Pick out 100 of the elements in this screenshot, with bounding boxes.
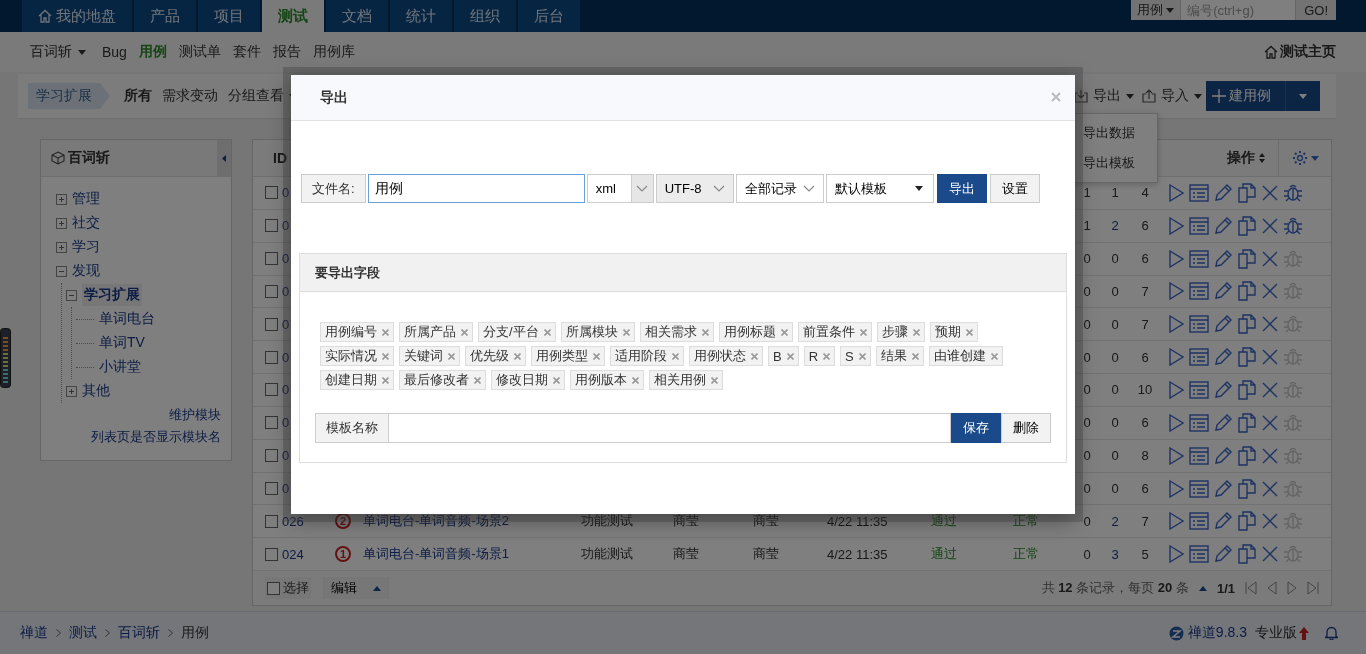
select-all-checkbox[interactable] [267,581,280,595]
cross-icon[interactable] [1261,348,1279,367]
play-icon[interactable] [1167,412,1185,433]
field-tag[interactable]: 用例标题 [718,322,793,342]
module-tree-item[interactable]: 单词TV [99,334,145,352]
nav-link[interactable]: 用例 [138,43,167,61]
row-checkbox[interactable] [265,317,278,331]
remove-icon[interactable] [859,328,867,336]
create-case-button[interactable]: 建用例 [1206,81,1285,111]
nav-tab[interactable]: 统计 [390,0,452,32]
play-icon[interactable] [1167,511,1185,532]
cross-icon[interactable] [1261,216,1279,235]
count-cell[interactable]: 3 [1101,546,1129,562]
collapse-panel-button[interactable] [217,140,231,176]
column-header[interactable]: 操作 [1227,149,1255,167]
pencil-icon[interactable] [1213,511,1233,532]
expand-icon[interactable] [56,193,67,205]
module-tree-item[interactable]: 社交 [72,214,100,232]
delete-button[interactable]: 删除 [1001,413,1051,443]
copy-icon[interactable] [1237,248,1257,269]
field-tag[interactable]: 创建日期 [320,370,394,390]
case-id-link[interactable]: 024 [282,546,304,562]
nav-tab[interactable]: 项目 [198,0,260,32]
list-icon[interactable] [1189,446,1209,465]
case-id-link[interactable]: 0 [282,316,290,332]
module-tree-item[interactable]: 单词电台 [99,310,155,328]
case-id-link[interactable]: 0 [282,448,290,464]
nav-link[interactable]: 用例库 [312,43,355,61]
remove-icon[interactable] [632,376,639,384]
list-icon[interactable] [1189,216,1209,235]
cross-icon[interactable] [1261,446,1279,465]
remove-icon[interactable] [858,352,866,360]
collapse-icon[interactable] [56,265,67,277]
copy-icon[interactable] [1237,544,1257,565]
settings-icon[interactable] [1291,150,1308,166]
edit-button[interactable]: 编辑 [323,577,389,600]
field-tag[interactable]: 用例编号 [320,322,394,342]
range-select[interactable]: 全部记录 [735,174,824,203]
export-button[interactable]: 导出 [1074,87,1134,105]
filter-link[interactable]: 所有 [124,87,152,105]
field-tag[interactable]: 分支/平台 [478,322,556,342]
nav-tab[interactable]: 产品 [134,0,196,32]
list-icon[interactable] [1189,315,1209,334]
field-tag[interactable]: 所属模块 [560,322,635,342]
module-tree-item[interactable]: 管理 [72,190,100,208]
copy-icon[interactable] [1237,412,1257,433]
remove-icon[interactable] [780,328,788,336]
module-tree-item[interactable]: 学习 [72,238,100,256]
field-tag[interactable]: 前置条件 [797,322,872,342]
cross-icon[interactable] [1261,249,1279,268]
remove-icon[interactable] [543,328,551,336]
list-icon[interactable] [1189,183,1209,202]
test-home-link[interactable]: 测试主页 [1264,43,1336,61]
list-icon[interactable] [1189,249,1209,268]
save-button[interactable]: 保存 [951,413,1001,443]
row-checkbox[interactable] [265,252,278,266]
row-checkbox[interactable] [265,482,278,495]
module-setting-link[interactable]: 维护模块 [169,406,221,424]
remove-icon[interactable] [553,376,560,384]
field-tag[interactable]: 结果 [875,346,924,366]
remove-icon[interactable] [593,352,600,360]
copy-icon[interactable] [1237,182,1257,203]
level-meter-icon[interactable] [0,328,11,388]
expand-icon[interactable] [66,385,77,397]
next-page-icon[interactable] [1287,581,1297,596]
module-tree-item[interactable]: 小讲堂 [99,358,141,376]
play-icon[interactable] [1167,347,1185,368]
cross-icon[interactable] [1261,512,1279,531]
expand-icon[interactable] [56,241,67,253]
play-icon[interactable] [1167,380,1185,400]
row-checkbox[interactable] [265,219,278,233]
bug-icon[interactable] [1283,182,1303,203]
field-tag[interactable]: 预期 [929,322,978,342]
remove-icon[interactable] [382,352,389,360]
field-tag[interactable]: S [840,346,871,366]
breadcrumb-link[interactable]: 测试 [69,624,97,642]
nav-link[interactable]: 报告 [272,43,301,61]
nav-link[interactable]: 测试单 [178,43,221,61]
play-icon[interactable] [1167,182,1185,203]
breadcrumb-link[interactable]: 百词斩 [118,624,160,642]
case-title-link[interactable]: 单词电台-单词音频-场景2 [363,513,509,529]
file-name-field[interactable]: 用例 [367,174,585,203]
remove-icon[interactable] [990,352,998,360]
sort-icon[interactable] [1259,153,1265,163]
field-tag[interactable]: 用例版本 [570,370,644,390]
column-header[interactable]: ID [273,150,287,166]
field-tag[interactable]: 最后修改者 [399,370,486,390]
field-tag[interactable]: 所属产品 [399,322,473,342]
nav-link[interactable]: Bug [102,44,127,60]
field-tag[interactable]: 用例状态 [689,346,763,366]
settings-button[interactable]: 设置 [989,174,1040,203]
row-checkbox[interactable] [265,416,278,430]
play-icon[interactable] [1167,445,1185,466]
remove-icon[interactable] [912,328,920,336]
row-checkbox[interactable] [265,186,278,200]
nav-link[interactable]: 套件 [232,43,261,61]
list-icon[interactable] [1189,479,1209,498]
copy-icon[interactable] [1237,281,1257,302]
pencil-icon[interactable] [1213,380,1233,400]
version-link[interactable]: 禅道9.8.3 [1168,624,1247,642]
